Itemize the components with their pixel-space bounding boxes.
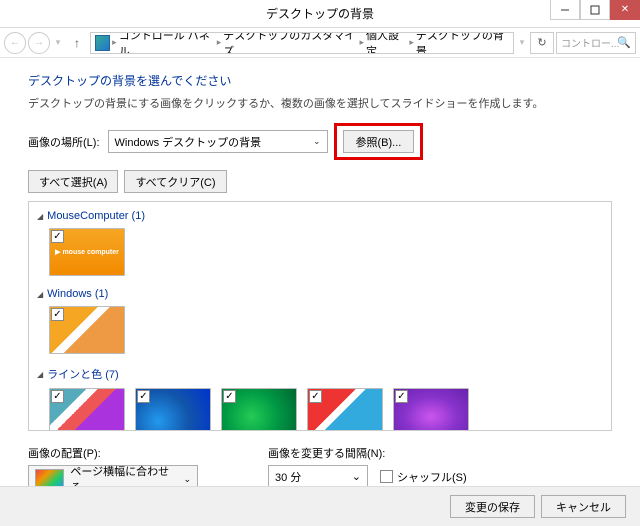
- control-panel-icon: [95, 35, 110, 51]
- bottom-bar: 変更の保存 キャンセル: [0, 486, 640, 526]
- window-title: デスクトップの背景: [266, 5, 374, 22]
- chevron-right-icon: ▸: [112, 37, 117, 48]
- wallpaper-thumb[interactable]: ✓: [393, 388, 469, 431]
- wallpaper-thumb[interactable]: ✓ ▶ mouse computer: [49, 228, 125, 276]
- chevron-down-icon: ⌄: [183, 474, 191, 485]
- maximize-button[interactable]: [580, 0, 610, 20]
- chevron-right-icon: ▸: [359, 37, 364, 48]
- fit-label: 画像の配置(P):: [28, 445, 198, 461]
- collapse-icon: ◢: [37, 370, 43, 379]
- breadcrumb-item[interactable]: 個人設定: [366, 32, 407, 54]
- chevron-right-icon: ▸: [217, 37, 222, 48]
- interval-label: 画像を変更する間隔(N):: [268, 445, 467, 461]
- group-header[interactable]: ◢ ラインと色 (7): [37, 362, 603, 386]
- checkbox-icon[interactable]: ✓: [51, 308, 64, 321]
- checkbox-icon[interactable]: ✓: [223, 390, 236, 403]
- breadcrumb-item[interactable]: コントロール パネル: [119, 32, 215, 54]
- breadcrumb[interactable]: ▸ コントロール パネル ▸ デスクトップのカスタマイズ ▸ 個人設定 ▸ デス…: [90, 32, 514, 54]
- back-button[interactable]: ←: [4, 32, 26, 54]
- breadcrumb-item[interactable]: デスクトップのカスタマイズ: [223, 32, 357, 54]
- browse-button[interactable]: 参照(B)...: [343, 130, 415, 153]
- checkbox-icon[interactable]: ✓: [137, 390, 150, 403]
- checkbox-icon[interactable]: ✓: [309, 390, 322, 403]
- search-input[interactable]: コントロー... 🔍: [556, 32, 636, 54]
- up-button[interactable]: ↑: [66, 32, 88, 54]
- checkbox-icon: [380, 470, 393, 483]
- location-value: Windows デスクトップの背景: [115, 134, 262, 150]
- checkbox-icon[interactable]: ✓: [51, 230, 64, 243]
- location-label: 画像の場所(L):: [28, 134, 100, 150]
- history-dropdown[interactable]: ▾: [52, 37, 64, 48]
- cancel-button[interactable]: キャンセル: [541, 495, 626, 518]
- save-button[interactable]: 変更の保存: [450, 495, 535, 518]
- page-subtext: デスクトップの背景にする画像をクリックするか、複数の画像を選択してスライドショー…: [28, 95, 612, 111]
- nav-bar: ← → ▾ ↑ ▸ コントロール パネル ▸ デスクトップのカスタマイズ ▸ 個…: [0, 28, 640, 58]
- wallpaper-thumb[interactable]: ✓: [221, 388, 297, 431]
- wallpaper-thumb[interactable]: ✓: [49, 388, 125, 431]
- collapse-icon: ◢: [37, 290, 43, 299]
- minimize-button[interactable]: [550, 0, 580, 20]
- checkbox-icon[interactable]: ✓: [51, 390, 64, 403]
- checkbox-icon[interactable]: ✓: [395, 390, 408, 403]
- search-placeholder: コントロー...: [561, 35, 619, 50]
- chevron-down-icon: ⌄: [313, 136, 321, 147]
- clear-all-button[interactable]: すべてクリア(C): [124, 170, 226, 193]
- collapse-icon: ◢: [37, 212, 43, 221]
- select-all-button[interactable]: すべて選択(A): [28, 170, 118, 193]
- page-heading: デスクトップの背景を選んでください: [28, 72, 612, 89]
- breadcrumb-item[interactable]: デスクトップの背景: [416, 32, 509, 54]
- refresh-button[interactable]: ↻: [530, 32, 554, 54]
- wallpaper-thumb[interactable]: ✓: [49, 306, 125, 354]
- wallpaper-thumb[interactable]: ✓: [307, 388, 383, 431]
- group-header[interactable]: ◢ MouseComputer (1): [37, 206, 603, 226]
- close-button[interactable]: ✕: [610, 0, 640, 20]
- highlight-box: 参照(B)...: [334, 123, 424, 160]
- wallpaper-thumb[interactable]: ✓: [135, 388, 211, 431]
- shuffle-label: シャッフル(S): [397, 469, 467, 485]
- forward-button[interactable]: →: [28, 32, 50, 54]
- shuffle-checkbox[interactable]: シャッフル(S): [380, 469, 467, 485]
- breadcrumb-dropdown[interactable]: ▾: [516, 37, 528, 48]
- chevron-right-icon: ▸: [409, 37, 414, 48]
- location-select[interactable]: Windows デスクトップの背景 ⌄: [108, 130, 328, 153]
- interval-select[interactable]: 30 分 ⌄: [268, 465, 368, 488]
- group-header[interactable]: ◢ Windows (1): [37, 284, 603, 304]
- search-icon: 🔍: [617, 36, 631, 49]
- wallpaper-gallery[interactable]: ◢ MouseComputer (1) ✓ ▶ mouse computer ◢…: [28, 201, 612, 431]
- interval-value: 30 分: [275, 469, 301, 485]
- title-bar: デスクトップの背景 ✕: [0, 0, 640, 28]
- chevron-down-icon: ⌄: [352, 470, 361, 483]
